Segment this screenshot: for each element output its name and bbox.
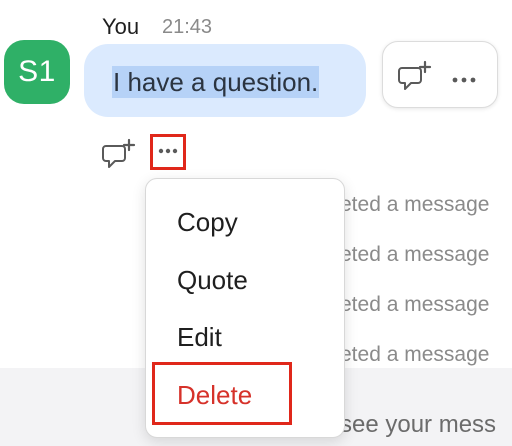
more-options-icon[interactable] [452, 70, 476, 88]
input-placeholder-text: see your mess [340, 411, 497, 438]
message-timestamp: 21:43 [162, 16, 213, 38]
avatar: S1 [4, 40, 70, 104]
menu-item-edit[interactable]: Edit [177, 322, 222, 353]
system-message: eted a message [340, 193, 490, 216]
system-message: eted a message [340, 343, 490, 366]
system-message: eted a message [340, 293, 490, 316]
sender-name: You [102, 14, 140, 39]
menu-item-copy[interactable]: Copy [177, 207, 238, 238]
add-reaction-icon[interactable] [102, 138, 136, 175]
system-message: eted a message [340, 243, 490, 266]
add-reaction-icon[interactable] [398, 60, 432, 97]
message-text[interactable]: I have a question. [112, 66, 320, 98]
menu-item-quote[interactable]: Quote [177, 265, 248, 296]
more-options-button[interactable] [150, 134, 186, 170]
more-options-icon [158, 148, 178, 154]
delete-highlight-box [152, 362, 292, 425]
